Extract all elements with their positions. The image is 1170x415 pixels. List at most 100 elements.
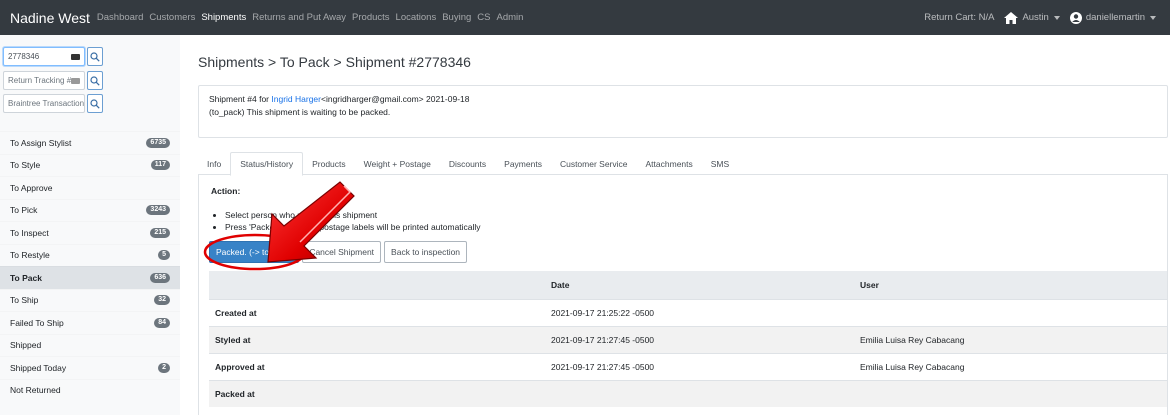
nav-link-returns[interactable]: Returns and Put Away xyxy=(252,12,346,23)
nav-link-dashboard[interactable]: Dashboard xyxy=(97,12,143,23)
braintree-input[interactable]: Braintree Transaction xyxy=(3,94,85,113)
table-row: Styled at 2021-09-17 21:27:45 -0500 Emilia… xyxy=(209,325,1167,353)
sidebar-item-label: Failed To Ship xyxy=(10,317,64,328)
nav-link-shipments[interactable]: Shipments xyxy=(201,12,246,23)
sidebar-item-label: To Assign Stylist xyxy=(10,137,72,148)
return-tracking-search-button[interactable] xyxy=(87,71,103,90)
count-badge: 2 xyxy=(158,362,170,373)
nav-link-cs[interactable]: CS xyxy=(477,12,490,23)
table-row: Packed at xyxy=(209,379,1167,407)
shipment-search-value: 2778346 xyxy=(8,52,40,61)
count-badge: 5 xyxy=(158,250,170,261)
packed-button[interactable]: Packed. (-> to_ship) xyxy=(209,241,300,263)
tab-discounts[interactable]: Discounts xyxy=(440,152,495,175)
nav-right: Return Cart: N/A Austin daniellemartin xyxy=(914,0,1156,35)
return-tracking-input[interactable]: Return Tracking # xyxy=(3,71,85,90)
back-to-inspection-button[interactable]: Back to inspection xyxy=(384,241,468,263)
sidebar-item-label: Shipped Today xyxy=(10,362,67,373)
braintree-row: Braintree Transaction xyxy=(3,94,103,113)
tab-products[interactable]: Products xyxy=(303,152,355,175)
status-history-rows: Created at 2021-09-17 21:25:22 -0500 Style… xyxy=(209,298,1167,407)
keyboard-icon xyxy=(71,54,80,60)
sidebar-item-to-inspect[interactable]: To Inspect 215 xyxy=(0,221,180,244)
tab-weight-postage[interactable]: Weight + Postage xyxy=(355,152,440,175)
customer-link[interactable]: Ingrid Harger xyxy=(271,94,321,104)
keyboard-icon xyxy=(71,78,80,84)
date-cell: 2021-09-17 21:27:45 -0500 xyxy=(545,325,854,353)
event-cell: Styled at xyxy=(209,325,545,353)
count-badge: 3243 xyxy=(146,205,170,216)
tab-customer-service[interactable]: Customer Service xyxy=(551,152,637,175)
sidebar-item-to-restyle[interactable]: To Restyle 5 xyxy=(0,244,180,267)
tab-payments[interactable]: Payments xyxy=(495,152,551,175)
status-history-panel: Action: Select person who packed this sh… xyxy=(198,175,1168,415)
sidebar-item-label: To Pick xyxy=(10,205,38,216)
date-column-header: Date xyxy=(545,271,854,299)
shipment-status-line: (to_pack) This shipment is waiting to be… xyxy=(209,107,391,117)
event-cell: Created at xyxy=(209,298,545,326)
date-cell: 2021-09-17 21:25:22 -0500 xyxy=(545,298,854,326)
location-dropdown[interactable]: Austin xyxy=(1004,11,1060,24)
status-history-table: Date User Created at 2021-09-17 21:25:22 … xyxy=(209,271,1167,407)
event-cell: Approved at xyxy=(209,352,545,380)
brand-logo[interactable]: Nadine West xyxy=(10,10,90,26)
count-badge: 636 xyxy=(150,272,170,283)
sidebar-item-shipped-today[interactable]: Shipped Today 2 xyxy=(0,356,180,379)
sidebar-item-not-returned[interactable]: Not Returned xyxy=(0,379,180,402)
nav-links: Dashboard Customers Shipments Returns an… xyxy=(97,12,530,23)
page-title: Shipments > To Pack > Shipment #2778346 xyxy=(198,54,471,70)
return-tracking-row: Return Tracking # xyxy=(3,71,103,90)
sidebar-item-to-pack[interactable]: To Pack 636 xyxy=(0,266,180,289)
user-cell: Emilia Luisa Rey Cabacang xyxy=(854,352,1167,380)
tab-sms[interactable]: SMS xyxy=(702,152,738,175)
return-cart-status[interactable]: Return Cart: N/A xyxy=(924,12,994,23)
sidebar-item-label: To Approve xyxy=(10,182,53,193)
tab-status-history[interactable]: Status/History xyxy=(230,152,304,176)
sidebar-item-label: To Style xyxy=(10,160,41,171)
braintree-search-button[interactable] xyxy=(87,94,103,113)
cancel-shipment-button[interactable]: Cancel Shipment xyxy=(302,241,382,263)
nav-link-locations[interactable]: Locations xyxy=(396,12,437,23)
sidebar-item-to-approve[interactable]: To Approve xyxy=(0,176,180,199)
shipment-search-row: 2778346 xyxy=(3,47,103,66)
table-row: Created at 2021-09-17 21:25:22 -0500 xyxy=(209,298,1167,326)
sidebar: 2778346 Return Tracking # Braintree Tran… xyxy=(0,35,180,415)
nav-link-customers[interactable]: Customers xyxy=(149,12,195,23)
user-cell xyxy=(854,298,1167,326)
sidebar-item-label: To Restyle xyxy=(10,250,50,261)
sidebar-item-shipped[interactable]: Shipped xyxy=(0,334,180,357)
tab-attachments[interactable]: Attachments xyxy=(637,152,702,175)
count-badge: 32 xyxy=(154,295,170,306)
shipment-search-input[interactable]: 2778346 xyxy=(3,47,85,66)
date-cell: 2021-09-17 21:27:45 -0500 xyxy=(545,352,854,380)
date-cell xyxy=(545,379,854,407)
table-row: Approved at 2021-09-17 21:27:45 -0500 Emil… xyxy=(209,352,1167,380)
nav-link-admin[interactable]: Admin xyxy=(496,12,523,23)
return-tracking-placeholder: Return Tracking # xyxy=(8,76,72,85)
shipment-search-button[interactable] xyxy=(87,47,103,66)
customer-email-date: <ingridharger@gmail.com> 2021-09-18 xyxy=(320,94,470,104)
sidebar-item-label: To Ship xyxy=(10,295,39,306)
sidebar-item-label: Not Returned xyxy=(10,385,61,396)
user-name: daniellemartin xyxy=(1085,12,1145,23)
tab-info[interactable]: Info xyxy=(198,152,230,175)
sidebar-item-failed-to-ship[interactable]: Failed To Ship 84 xyxy=(0,311,180,334)
location-label: Austin xyxy=(1022,12,1049,23)
sidebar-item-to-pick[interactable]: To Pick 3243 xyxy=(0,199,180,222)
user-dropdown[interactable]: daniellemartin xyxy=(1069,11,1156,24)
home-icon xyxy=(1004,11,1019,24)
sidebar-item-label: To Pack xyxy=(10,272,42,283)
sidebar-item-to-assign-stylist[interactable]: To Assign Stylist 6735 xyxy=(0,131,180,154)
shipment-summary: Shipment #4 for Ingrid Harger<ingridharg… xyxy=(209,93,1157,106)
nav-link-products[interactable]: Products xyxy=(352,12,390,23)
shipment-tabs: Info Status/History Products Weight + Po… xyxy=(198,152,1168,176)
event-column-header xyxy=(209,271,545,299)
action-buttons: Packed. (-> to_ship) Cancel Shipment Bac… xyxy=(209,241,470,263)
user-cell: Emilia Luisa Rey Cabacang xyxy=(854,325,1167,353)
nav-link-buying[interactable]: Buying xyxy=(442,12,471,23)
shipment-info-card: Shipment #4 for Ingrid Harger<ingridharg… xyxy=(198,85,1168,138)
sidebar-item-to-ship[interactable]: To Ship 32 xyxy=(0,289,180,312)
sidebar-item-to-style[interactable]: To Style 117 xyxy=(0,154,180,177)
chevron-down-icon xyxy=(1053,15,1060,20)
instruction-item: Select person who packed this shipment xyxy=(225,209,481,221)
